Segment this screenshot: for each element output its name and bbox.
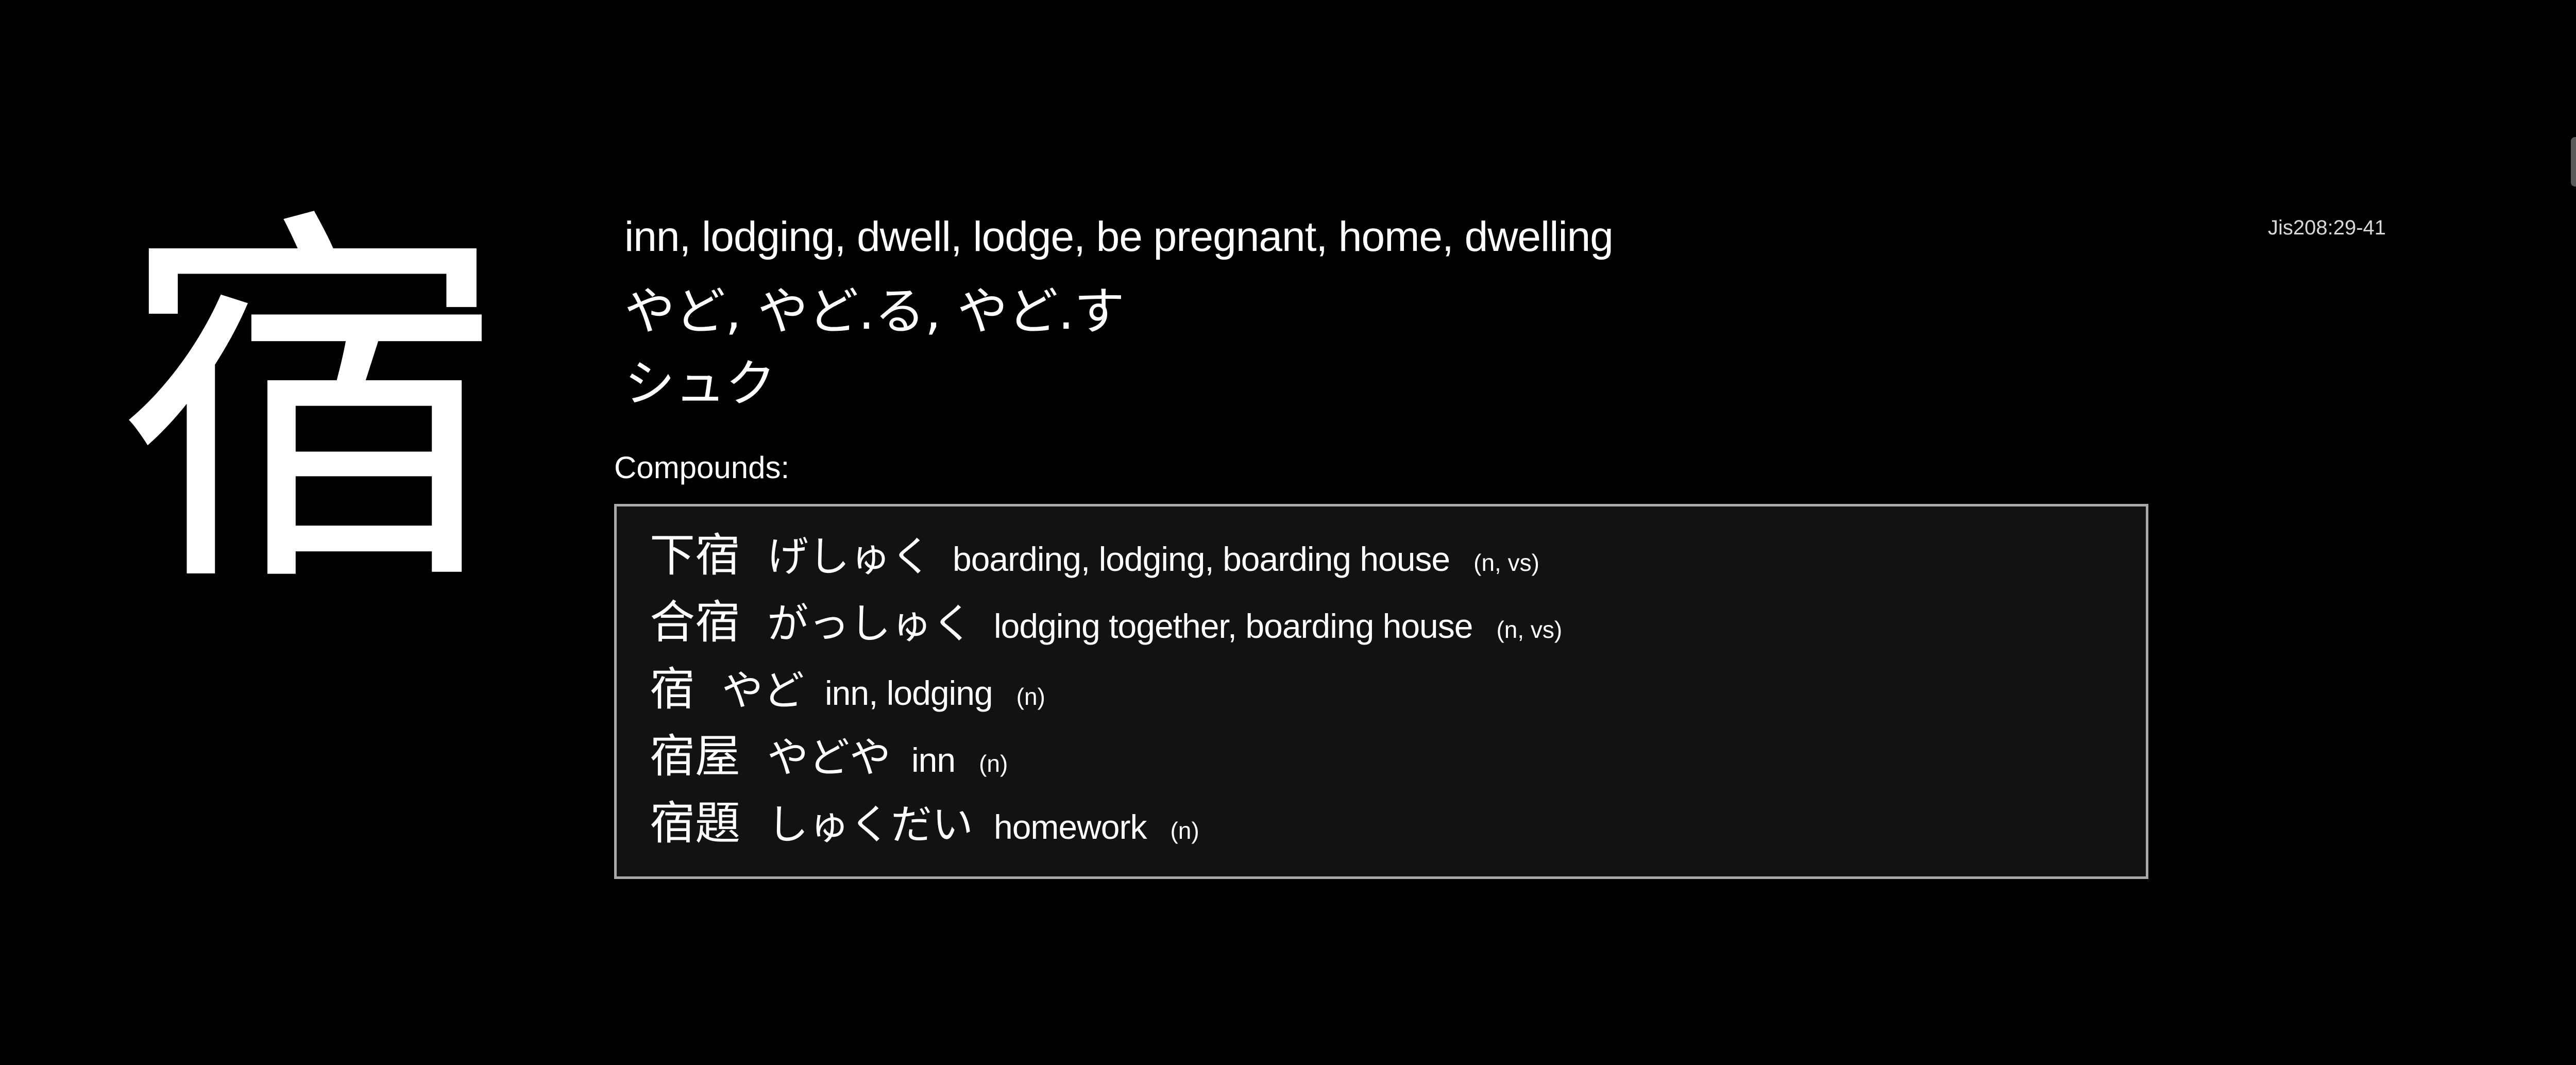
compound-word: 下宿 [650,529,741,582]
compound-reading: しゅくだい [767,801,974,849]
on-readings: シュク [624,354,776,413]
compound-word: 宿題 [650,797,741,850]
compound-meaning: boarding, lodging, boarding house [953,540,1450,578]
compound-row: 宿 やど inn, lodging (n) [650,656,2146,723]
compound-row: 下宿 げしゅく boarding, lodging, boarding hous… [650,522,2146,589]
compound-part-of-speech: (n, vs) [1496,616,1563,643]
compound-reading: がっしゅく [767,600,974,648]
compound-meaning: homework [994,808,1147,846]
compound-meaning: inn, lodging [825,674,993,712]
compound-part-of-speech: (n) [979,750,1008,777]
compound-part-of-speech: (n) [1016,683,1045,710]
jis-code: Jis208:29-41 [2268,216,2386,239]
compound-reading: やど [722,667,805,715]
compound-word: 宿 [650,663,696,716]
compound-word: 宿屋 [650,730,741,783]
kanji-card-page: 宿 Jis208:29-41 inn, lodging, dwell, lodg… [0,0,2576,1065]
compounds-label: Compounds: [614,450,790,485]
kun-readings: やど, やど.る, やど.す [624,282,1125,341]
compound-meaning: lodging together, boarding house [994,607,1473,645]
compound-reading: やどや [767,734,891,782]
compound-row: 宿題 しゅくだい homework (n) [650,790,2146,857]
compound-part-of-speech: (n) [1170,817,1199,844]
compound-row: 合宿 がっしゅく lodging together, boarding hous… [650,589,2146,656]
compound-reading: げしゅく [767,533,933,581]
compound-word: 合宿 [650,596,741,649]
kanji-meanings: inn, lodging, dwell, lodge, be pregnant,… [624,213,1614,260]
scrollbar-thumb[interactable] [2571,137,2576,187]
compound-part-of-speech: (n, vs) [1473,549,1539,576]
compound-meaning: inn [911,741,956,779]
kanji-character: 宿 [116,179,507,635]
compound-row: 宿屋 やどや inn (n) [650,723,2146,790]
compounds-list: 下宿 げしゅく boarding, lodging, boarding hous… [614,504,2148,879]
